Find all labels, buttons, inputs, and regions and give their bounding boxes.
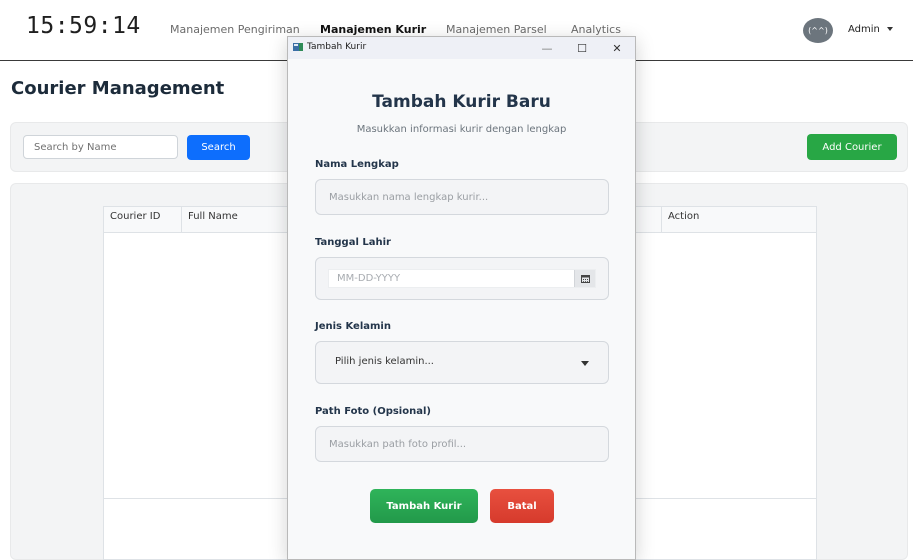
nav-manajemen-parsel[interactable]: Manajemen Parsel — [446, 23, 547, 36]
avatar[interactable]: (^^) — [803, 18, 833, 43]
date-placeholder: MM-DD-YYYY — [337, 273, 401, 284]
search-button[interactable]: Search — [187, 135, 250, 160]
birth-date-field: MM-DD-YYYY — [315, 257, 609, 300]
calendar-icon — [580, 274, 590, 283]
close-button[interactable]: ✕ — [600, 37, 634, 59]
user-menu[interactable]: Admin — [848, 24, 893, 35]
photo-path-input[interactable] — [315, 426, 609, 462]
dialog-subtitle: Masukkan informasi kurir dengan lengkap — [356, 124, 567, 135]
photo-path-label: Path Foto (Opsional) — [315, 406, 431, 417]
nav-manajemen-pengiriman[interactable]: Manajemen Pengiriman — [170, 23, 300, 36]
chevron-down-icon — [581, 361, 589, 366]
app-icon — [293, 43, 303, 51]
chevron-down-icon — [886, 27, 893, 31]
dialog-title: Tambah Kurir Baru — [372, 92, 551, 112]
window-title: Tambah Kurir — [307, 42, 367, 52]
nav-analytics[interactable]: Analytics — [571, 23, 621, 36]
minimize-icon: — — [541, 41, 553, 55]
dialog-titlebar[interactable]: Tambah Kurir — ☐ ✕ — [288, 37, 635, 59]
column-header-full-name: Full Name — [182, 207, 292, 233]
full-name-input[interactable] — [315, 179, 609, 215]
submit-button[interactable]: Tambah Kurir — [370, 489, 478, 523]
gender-label: Jenis Kelamin — [315, 321, 391, 332]
gender-select-value: Pilih jenis kelamin... — [335, 356, 434, 367]
dialog-body: Tambah Kurir Baru Masukkan informasi kur… — [288, 59, 635, 559]
user-label: Admin — [848, 24, 880, 35]
dob-label: Tanggal Lahir — [315, 237, 391, 248]
add-courier-button[interactable]: Add Courier — [807, 134, 897, 160]
column-header-courier-id: Courier ID — [104, 207, 182, 233]
birth-date-input[interactable]: MM-DD-YYYY — [328, 269, 596, 288]
calendar-button[interactable] — [574, 270, 595, 287]
close-icon: ✕ — [612, 41, 622, 55]
nav-manajemen-kurir[interactable]: Manajemen Kurir — [320, 23, 426, 36]
clock: 15:59:14 — [26, 13, 141, 39]
maximize-icon: ☐ — [577, 41, 587, 55]
page-title: Courier Management — [11, 78, 225, 99]
maximize-button[interactable]: ☐ — [565, 37, 599, 59]
add-courier-dialog: Tambah Kurir — ☐ ✕ Tambah Kurir Baru Mas… — [287, 36, 636, 560]
search-input[interactable] — [23, 135, 178, 159]
name-label: Nama Lengkap — [315, 159, 399, 170]
cancel-button[interactable]: Batal — [490, 489, 554, 523]
column-header-action: Action — [661, 207, 816, 233]
minimize-button[interactable]: — — [530, 37, 564, 59]
gender-select[interactable]: Pilih jenis kelamin... — [315, 341, 609, 384]
